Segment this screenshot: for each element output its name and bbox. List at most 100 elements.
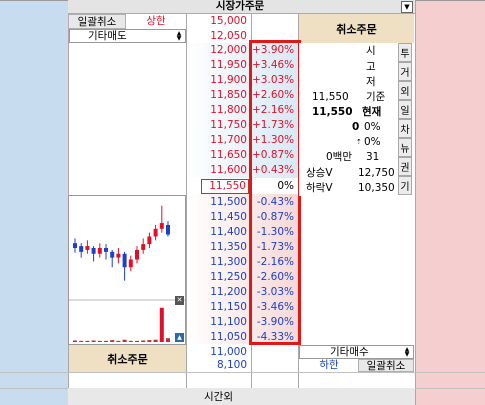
other-sell-label: 기타매도 [88, 30, 127, 42]
info-low: 저 [300, 75, 400, 90]
volume-bar [116, 340, 121, 342]
ask-price: 11,700 [210, 134, 247, 146]
candle-body [104, 248, 108, 252]
ask-price: 11,650 [210, 149, 247, 161]
side-tab[interactable]: 일 [398, 100, 412, 119]
volume-bar [79, 340, 84, 342]
side-tab[interactable]: 차 [398, 119, 412, 138]
upper-limit-price: 15,000 [210, 15, 247, 27]
cancel-order-bottom-button[interactable]: 취소주문 [69, 345, 186, 372]
info-base: 11,550 기준 [300, 90, 400, 105]
candle-body [116, 253, 121, 258]
candle-body [110, 251, 115, 258]
candle-body [153, 228, 158, 237]
volume-bar [73, 340, 77, 342]
bid-price: 11,400 [210, 226, 247, 238]
side-tab[interactable]: 권 [398, 157, 412, 176]
lower-limit-label: 하한 [319, 359, 339, 371]
bid-price: 11,450 [210, 211, 247, 223]
side-tab[interactable]: 기 [398, 176, 412, 195]
candle-body [128, 259, 133, 268]
spinner-icon[interactable]: ▲ ▼ [174, 31, 184, 42]
other-sell-select[interactable]: 기타매도 ▲ ▼ [69, 29, 186, 43]
volume-value: 0백만 [326, 151, 353, 163]
side-tab[interactable]: 투 [398, 43, 412, 62]
candle-body [122, 253, 127, 268]
after-hours-label[interactable]: 시간외 [186, 389, 251, 405]
open-label: 시 [366, 45, 376, 57]
cancel-all-label: 일괄취소 [77, 16, 117, 28]
candle-body [91, 248, 96, 254]
bid-price: 11,300 [210, 256, 247, 268]
info-change2: ⇡ 0% [300, 135, 400, 150]
top-price: 12,050 [210, 30, 247, 42]
bid-price: 11,200 [210, 286, 247, 298]
grid-line [415, 0, 416, 405]
other-buy-label: 기타매수 [330, 346, 369, 358]
ask-price: 11,850 [210, 89, 247, 101]
bid-price: 11,050 [210, 331, 247, 343]
page-title: 시장가주문 [215, 0, 265, 12]
volume-bar [91, 340, 96, 342]
chart-close-icon[interactable]: ✕ [175, 296, 184, 305]
cancel-order-top-button[interactable]: 취소주문 [299, 14, 414, 43]
ask-price: 11,800 [210, 104, 247, 116]
volume-bar [85, 340, 90, 342]
volume-bar [135, 340, 139, 342]
volume-bar [166, 338, 170, 342]
ask-price: 11,950 [210, 59, 247, 71]
volume-bar [141, 340, 146, 342]
ask-price: 11,900 [210, 74, 247, 86]
volume-count: 31 [366, 151, 380, 163]
lower-v-label: 하락V [306, 182, 333, 194]
cancel-all-bottom-label: 일괄취소 [366, 360, 406, 372]
spinner-icon[interactable]: ▲ ▼ [402, 347, 412, 358]
ask-price: 12,000 [210, 44, 247, 56]
current-price: 11,550 [201, 179, 249, 194]
volume-bar [104, 340, 108, 342]
cancel-all-button[interactable]: 일괄취소 [68, 14, 126, 29]
spinner-small-icon: ⇡ [356, 138, 362, 146]
chart-toggle-icon[interactable]: ▲ [175, 333, 184, 342]
bottom-price-2: 8,100 [216, 359, 247, 371]
high-label: 고 [366, 61, 376, 73]
side-tab[interactable]: 외 [398, 81, 412, 100]
grid-line [0, 372, 485, 373]
change2-pct: 0% [364, 136, 381, 148]
candle-body [166, 224, 170, 235]
volume-bar [159, 307, 164, 342]
info-lower-v: 하락V 10,350 [300, 181, 400, 196]
pct-highlight-box [249, 40, 301, 345]
upper-v-label: 상승V [306, 167, 333, 179]
info-volume: 0백만 31 [300, 150, 400, 165]
other-buy-select[interactable]: 기타매수 ▲ ▼ [299, 345, 414, 359]
bid-price: 11,250 [210, 271, 247, 283]
candle-body [141, 244, 146, 250]
candle-body [147, 236, 152, 245]
volume-bar [122, 339, 127, 342]
volume-bar [128, 340, 133, 342]
cancel-order-bottom-label: 취소주문 [107, 352, 148, 366]
volume-bar [97, 340, 102, 342]
cancel-all-bottom-button[interactable]: 일괄취소 [358, 359, 414, 372]
current-value: 11,550 [312, 106, 353, 118]
candle-body [135, 249, 139, 260]
info-current: 11,550 현재 [300, 105, 400, 120]
candle-body [85, 246, 90, 250]
side-tab[interactable]: 거 [398, 62, 412, 81]
upper-limit-label: 상한 [146, 15, 166, 27]
info-open: 시 [300, 44, 400, 59]
info-change: 0 0% [300, 120, 400, 135]
bid-price: 11,350 [210, 241, 247, 253]
dropdown-icon[interactable]: ▼ [401, 1, 413, 13]
candle-body [79, 246, 84, 252]
volume-bar [153, 339, 158, 342]
base-value: 11,550 [312, 91, 349, 103]
volume-bar [147, 340, 152, 342]
bid-price: 11,500 [210, 196, 247, 208]
info-upper-v: 상승V 12,750 [300, 166, 400, 181]
side-tab[interactable]: 뉴 [398, 138, 412, 157]
current-label: 현재 [362, 106, 382, 118]
volume-bar [110, 340, 115, 342]
change-pct: 0% [364, 121, 381, 133]
